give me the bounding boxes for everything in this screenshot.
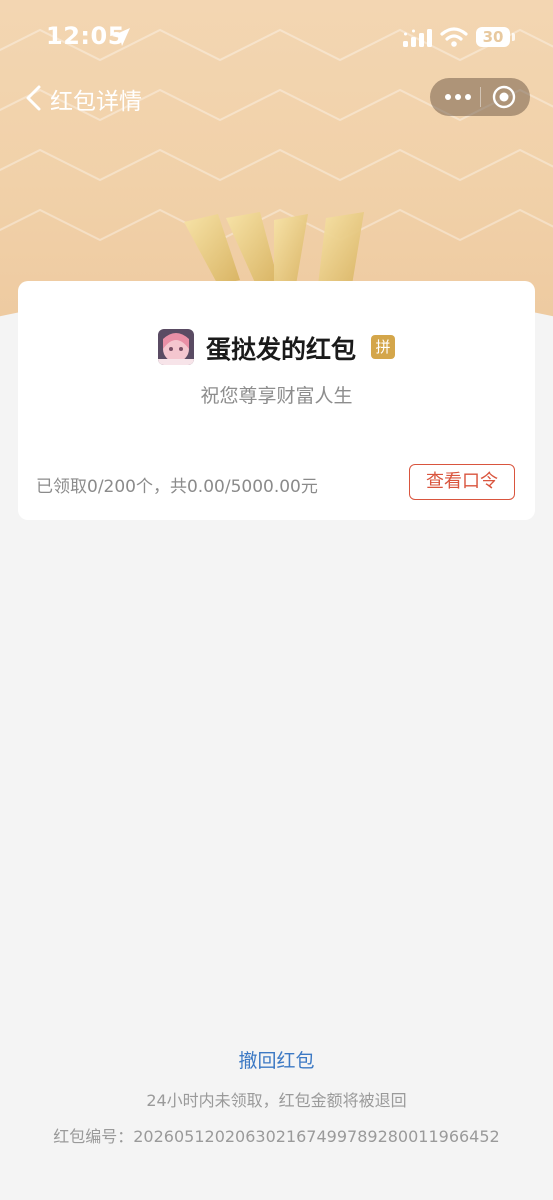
red-packet-serial: 红包编号：20260512020630216749978928001196645…: [53, 1127, 500, 1146]
wish-text: 祝您尊享财富人生: [200, 385, 353, 407]
view-password-button[interactable]: 查看口令: [409, 464, 515, 500]
signal-icon: [403, 29, 432, 47]
red-packet-detail-page: 12:05 30 红包详情 蛋挞发的红包 拼 祝您尊享财富人生 已领取0/200…: [0, 0, 553, 1200]
status-bar: 12:05 30: [0, 0, 553, 70]
group-badge: 拼: [371, 335, 395, 359]
wifi-icon: [440, 27, 468, 47]
gold-w-logo-icon: [184, 212, 364, 285]
refund-notice: 24小时内未领取，红包金额将被退回: [146, 1091, 407, 1110]
page-title: 红包详情: [50, 89, 142, 115]
battery-cap: [512, 33, 515, 41]
sender-name: 蛋挞发的红包: [206, 335, 357, 364]
more-dots-icon[interactable]: [444, 90, 472, 104]
mini-program-capsule: [430, 78, 530, 116]
chevron-left-icon[interactable]: [24, 84, 42, 112]
battery-icon: 30: [476, 27, 510, 47]
receive-summary: 已领取0/200个，共0.00/5000.00元: [36, 477, 318, 497]
capsule-divider: [480, 87, 481, 107]
withdraw-red-packet-link[interactable]: 撤回红包: [0, 1046, 553, 1073]
avatar: [158, 329, 194, 365]
close-target-icon[interactable]: [492, 85, 516, 109]
location-arrow-icon: [112, 28, 130, 46]
red-packet-card: 蛋挞发的红包 拼 祝您尊享财富人生 已领取0/200个，共0.00/5000.0…: [18, 281, 535, 520]
